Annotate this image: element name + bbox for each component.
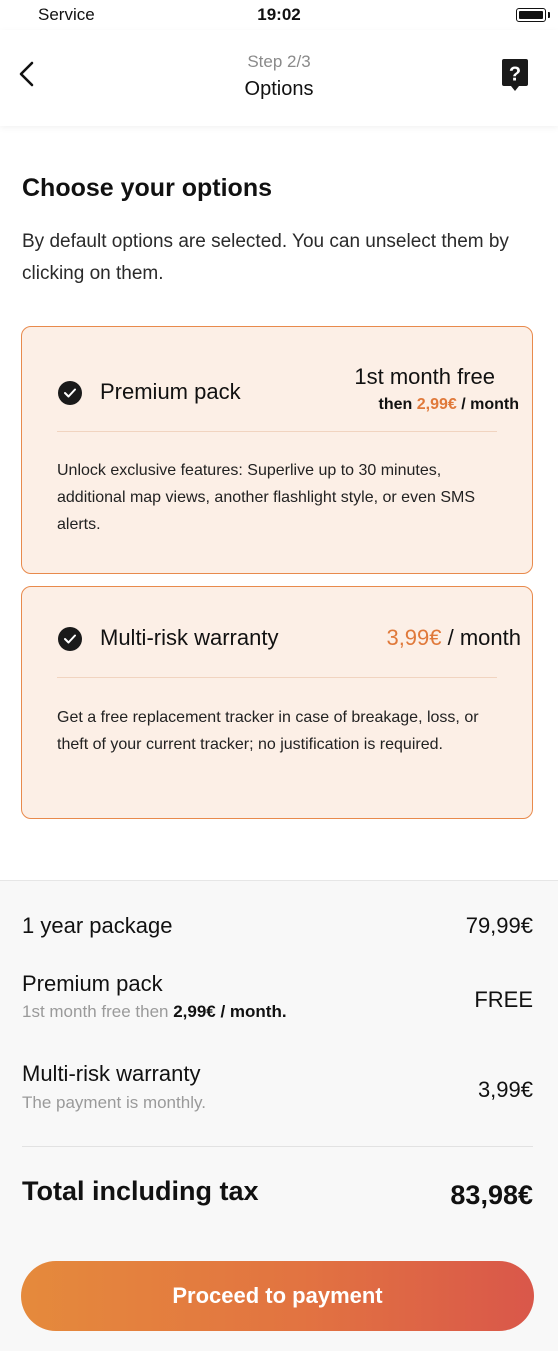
header: Step 2/3 Options ? bbox=[0, 30, 558, 126]
page-title: Options bbox=[244, 78, 314, 100]
battery-tip bbox=[548, 12, 550, 18]
price-sub-suffix: / month bbox=[456, 396, 519, 413]
summary-label-premium: Premium pack bbox=[22, 971, 163, 996]
option-price-sub: then 2,99€ / month bbox=[379, 396, 519, 414]
price-sub-prefix: then bbox=[378, 396, 417, 413]
option-name: Premium pack bbox=[100, 379, 241, 404]
status-bar: Service 19:02 bbox=[0, 0, 558, 30]
summary-value-warranty: 3,99€ bbox=[477, 1077, 533, 1102]
option-card-premium-pack[interactable]: Premium pack 1st month free then 2,99€ /… bbox=[21, 326, 533, 574]
help-button[interactable]: ? bbox=[501, 58, 529, 92]
summary-divider bbox=[22, 1146, 533, 1147]
section-description: By default options are selected. You can… bbox=[22, 231, 509, 284]
option-description: Get a free replacement tracker in case o… bbox=[57, 709, 479, 753]
section-title: Choose your options bbox=[22, 174, 272, 202]
summary-sub-prefix: 1st month free then bbox=[22, 1002, 174, 1021]
summary-sub-bold: 2,99€ / month. bbox=[173, 1002, 287, 1021]
step-indicator: Step 2/3 bbox=[247, 52, 311, 71]
clock: 19:02 bbox=[257, 5, 301, 24]
summary-sub-premium: 1st month free then 2,99€ / month. bbox=[22, 1002, 287, 1022]
option-name: Multi-risk warranty bbox=[100, 625, 279, 650]
summary-label-package: 1 year package bbox=[22, 913, 173, 938]
battery-icon bbox=[516, 8, 546, 22]
check-circle-icon[interactable] bbox=[58, 627, 82, 651]
card-divider bbox=[57, 677, 497, 678]
summary-value-premium: FREE bbox=[474, 987, 533, 1012]
total-value: 83,98€ bbox=[450, 1180, 533, 1210]
option-card-multi-risk-warranty[interactable]: Multi-risk warranty 3,99€ / month Get a … bbox=[21, 586, 533, 819]
price-sub-amount: 2,99€ bbox=[416, 396, 457, 413]
option-description: Unlock exclusive features: Superlive up … bbox=[57, 462, 475, 533]
option-price: 3,99€ / month bbox=[386, 625, 521, 651]
price-suffix: / month bbox=[441, 625, 521, 650]
total-label: Total including tax bbox=[22, 1176, 259, 1206]
card-divider bbox=[57, 431, 497, 432]
check-circle-icon[interactable] bbox=[58, 381, 82, 405]
price-amount: 3,99€ bbox=[386, 625, 442, 650]
question-bubble-icon: ? bbox=[502, 59, 528, 91]
proceed-to-payment-button[interactable]: Proceed to payment bbox=[21, 1261, 534, 1331]
summary-value-package: 79,99€ bbox=[465, 913, 533, 938]
summary-sub-warranty: The payment is monthly. bbox=[22, 1093, 206, 1112]
option-price-main: 1st month free bbox=[354, 364, 495, 389]
summary-label-warranty: Multi-risk warranty bbox=[22, 1061, 201, 1086]
svg-text:?: ? bbox=[509, 64, 521, 86]
